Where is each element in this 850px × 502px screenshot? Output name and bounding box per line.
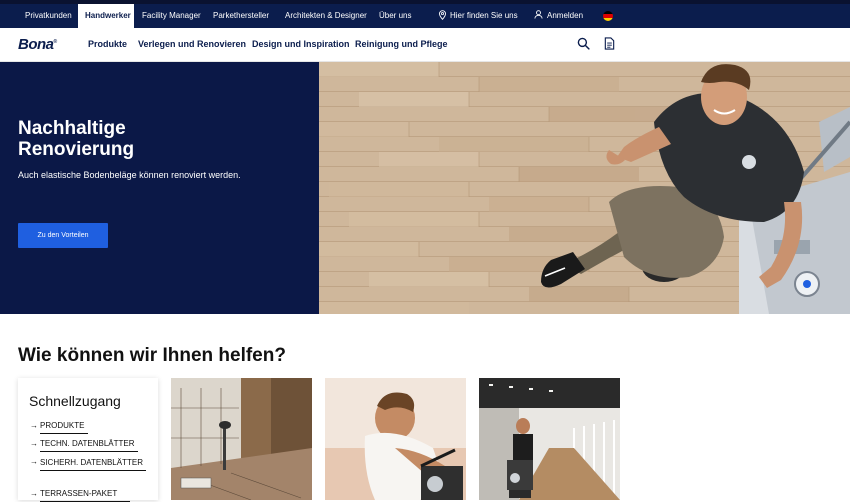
- german-flag-icon[interactable]: [603, 11, 613, 21]
- search-icon[interactable]: [577, 37, 591, 51]
- document-icon[interactable]: [604, 37, 618, 51]
- segment-handwerker[interactable]: Handwerker: [78, 4, 134, 28]
- hero-title: Nachhaltige Renovierung: [18, 118, 135, 160]
- segment-architekten-designer[interactable]: Architekten & Designer: [278, 4, 374, 28]
- arrow-right-icon: →: [30, 489, 38, 498]
- segment-ueber-uns[interactable]: Über uns: [372, 4, 418, 28]
- hero-image: [319, 62, 850, 314]
- image-card-interior[interactable]: [171, 378, 312, 500]
- login-label: Anmelden: [547, 11, 584, 20]
- interior-room-image: [171, 378, 312, 500]
- hero-subtitle: Auch elastische Bodenbeläge können renov…: [18, 170, 241, 180]
- main-navigation: Bona® Produkte Verlegen und Renovieren D…: [0, 28, 850, 62]
- utility-bar: Privatkunden Handwerker Facility Manager…: [0, 0, 850, 28]
- help-section-title: Wie können wir Ihnen helfen?: [18, 345, 286, 366]
- segment-privatkunden[interactable]: Privatkunden: [18, 4, 79, 28]
- bona-logo[interactable]: Bona®: [18, 36, 57, 53]
- location-pin-icon: [439, 10, 446, 21]
- login-link[interactable]: Anmelden: [534, 4, 583, 28]
- arrow-right-icon: →: [30, 457, 38, 466]
- nav-verlegen-renovieren[interactable]: Verlegen und Renovieren: [138, 39, 246, 49]
- quick-link-produkte[interactable]: → PRODUKTE: [30, 420, 88, 434]
- hero-cta-button[interactable]: Zu den Vorteilen: [18, 223, 108, 248]
- hero-panel: [0, 62, 319, 314]
- quick-access-card: Schnellzugang → PRODUKTE → TECHN. DATENBLÄ…: [18, 378, 158, 502]
- store-locator-link[interactable]: Hier finden Sie uns: [438, 4, 518, 28]
- wood-floor-worker-illustration: [319, 62, 850, 314]
- arrow-right-icon: →: [30, 439, 38, 448]
- quick-access-title: Schnellzugang: [29, 393, 121, 409]
- store-locator-label: Hier finden Sie uns: [450, 11, 518, 20]
- segment-facility-manager[interactable]: Facility Manager: [135, 4, 208, 28]
- hallway-machine-image: [479, 378, 620, 500]
- nav-reinigung-pflege[interactable]: Reinigung und Pflege: [355, 39, 448, 49]
- arrow-right-icon: →: [30, 421, 38, 430]
- quick-link-techn-datenblaetter[interactable]: → TECHN. DATENBLÄTTER: [30, 438, 138, 452]
- image-card-hallway[interactable]: [479, 378, 620, 500]
- nav-design-inspiration[interactable]: Design und Inspiration: [252, 39, 350, 49]
- segment-parkethersteller[interactable]: Parkethersteller: [206, 4, 276, 28]
- user-icon: [534, 10, 543, 19]
- image-card-craftsman[interactable]: [325, 378, 466, 500]
- nav-produkte[interactable]: Produkte: [88, 39, 127, 49]
- quick-link-sicherh-datenblaetter[interactable]: → SICHERH. DATENBLÄTTER: [30, 457, 146, 471]
- craftsman-image: [325, 378, 466, 500]
